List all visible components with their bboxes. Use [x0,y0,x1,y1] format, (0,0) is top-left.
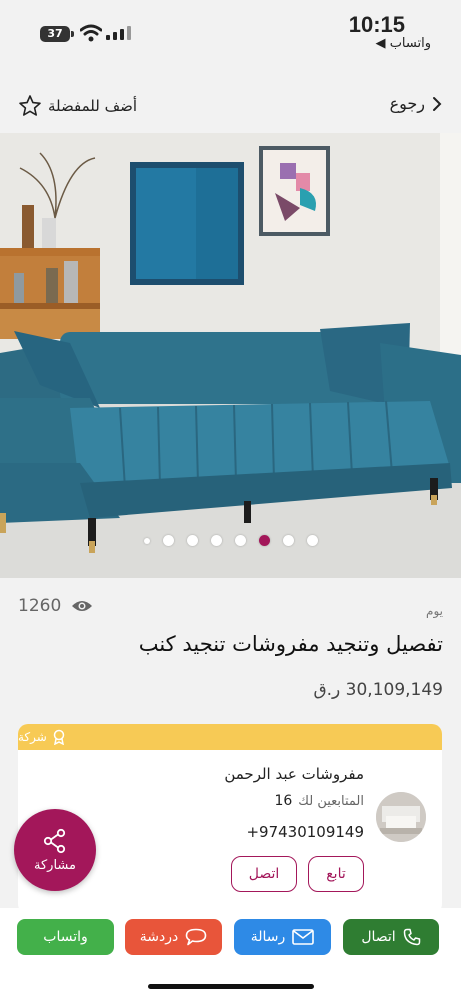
bottom-action-bar: اتصال رسالة دردشة واتساب [0,908,461,1000]
battery-icon: 37 [40,26,70,42]
seller-avatar[interactable] [376,792,426,842]
whatsapp-button[interactable]: واتساب [17,919,114,955]
carousel-dot[interactable] [186,535,198,546]
whatsapp-label: واتساب [43,929,88,945]
listing-title: تفصيل وتنجيد مفروشات تنجيد كنب [138,632,443,656]
nav-bar: رجوع أضف للمفضلة [0,82,461,130]
seller-phone[interactable]: +97430109149 [246,823,364,841]
chat-button[interactable]: دردشة [125,919,222,955]
seller-name[interactable]: مفروشات عبد الرحمن [224,765,364,783]
message-label: رسالة [250,929,286,945]
home-indicator[interactable] [148,984,314,989]
favorite-label: أضف للمفضلة [48,97,138,115]
message-button[interactable]: رسالة [234,919,331,955]
chevron-right-icon [433,96,442,111]
battery-tip [71,31,74,37]
follow-button[interactable]: تابع [308,856,364,892]
clock-time: 10:15 [348,12,405,37]
call-label: اتصال [361,929,396,945]
carousel-dot[interactable] [210,535,222,546]
share-button[interactable]: مشاركة [14,809,96,891]
listing-image-carousel[interactable] [0,133,461,578]
star-icon [19,95,41,116]
share-icon [43,828,66,853]
carousel-dot-active[interactable] [258,535,270,546]
call-seller-button[interactable]: اتصل [231,856,297,892]
views-value: 1260 [18,596,62,616]
wifi-icon [80,24,102,42]
view-count: 1260 [18,596,93,616]
carousel-dot[interactable] [162,535,174,546]
seller-followers: المتابعين لك 16 [274,793,364,809]
carousel-indicators [0,535,461,546]
chat-bubble-icon [185,928,207,946]
carousel-dot[interactable] [306,535,318,546]
sofa-photo [0,133,461,578]
eye-icon [72,601,93,611]
carousel-dot[interactable] [234,535,246,546]
seller-type-band: شركة [18,724,442,750]
add-favorite-button[interactable]: أضف للمفضلة [18,94,137,118]
status-bar: 37 10:15 ◀ واتساب [0,0,461,56]
carousel-dot[interactable] [282,535,294,546]
call-button[interactable]: اتصال [343,919,439,955]
cellular-signal-icon [106,26,131,40]
back-to-app-link[interactable]: ◀ واتساب [376,36,431,51]
followers-count: 16 [274,793,293,809]
back-label: رجوع [389,94,425,113]
envelope-icon [292,929,315,945]
followers-label: المتابعين لك [298,793,364,809]
listing-price: 30,109,149 ر.ق [313,680,443,700]
seller-type-label: شركة [18,730,47,744]
back-button[interactable]: رجوع [390,94,443,113]
posted-time: يوم [426,604,443,618]
award-icon [53,729,65,745]
phone-icon [403,928,420,946]
carousel-dot[interactable] [143,537,150,544]
chat-label: دردشة [139,929,179,945]
listing-meta: 1260 يوم [18,596,443,620]
share-label: مشاركة [34,857,76,873]
